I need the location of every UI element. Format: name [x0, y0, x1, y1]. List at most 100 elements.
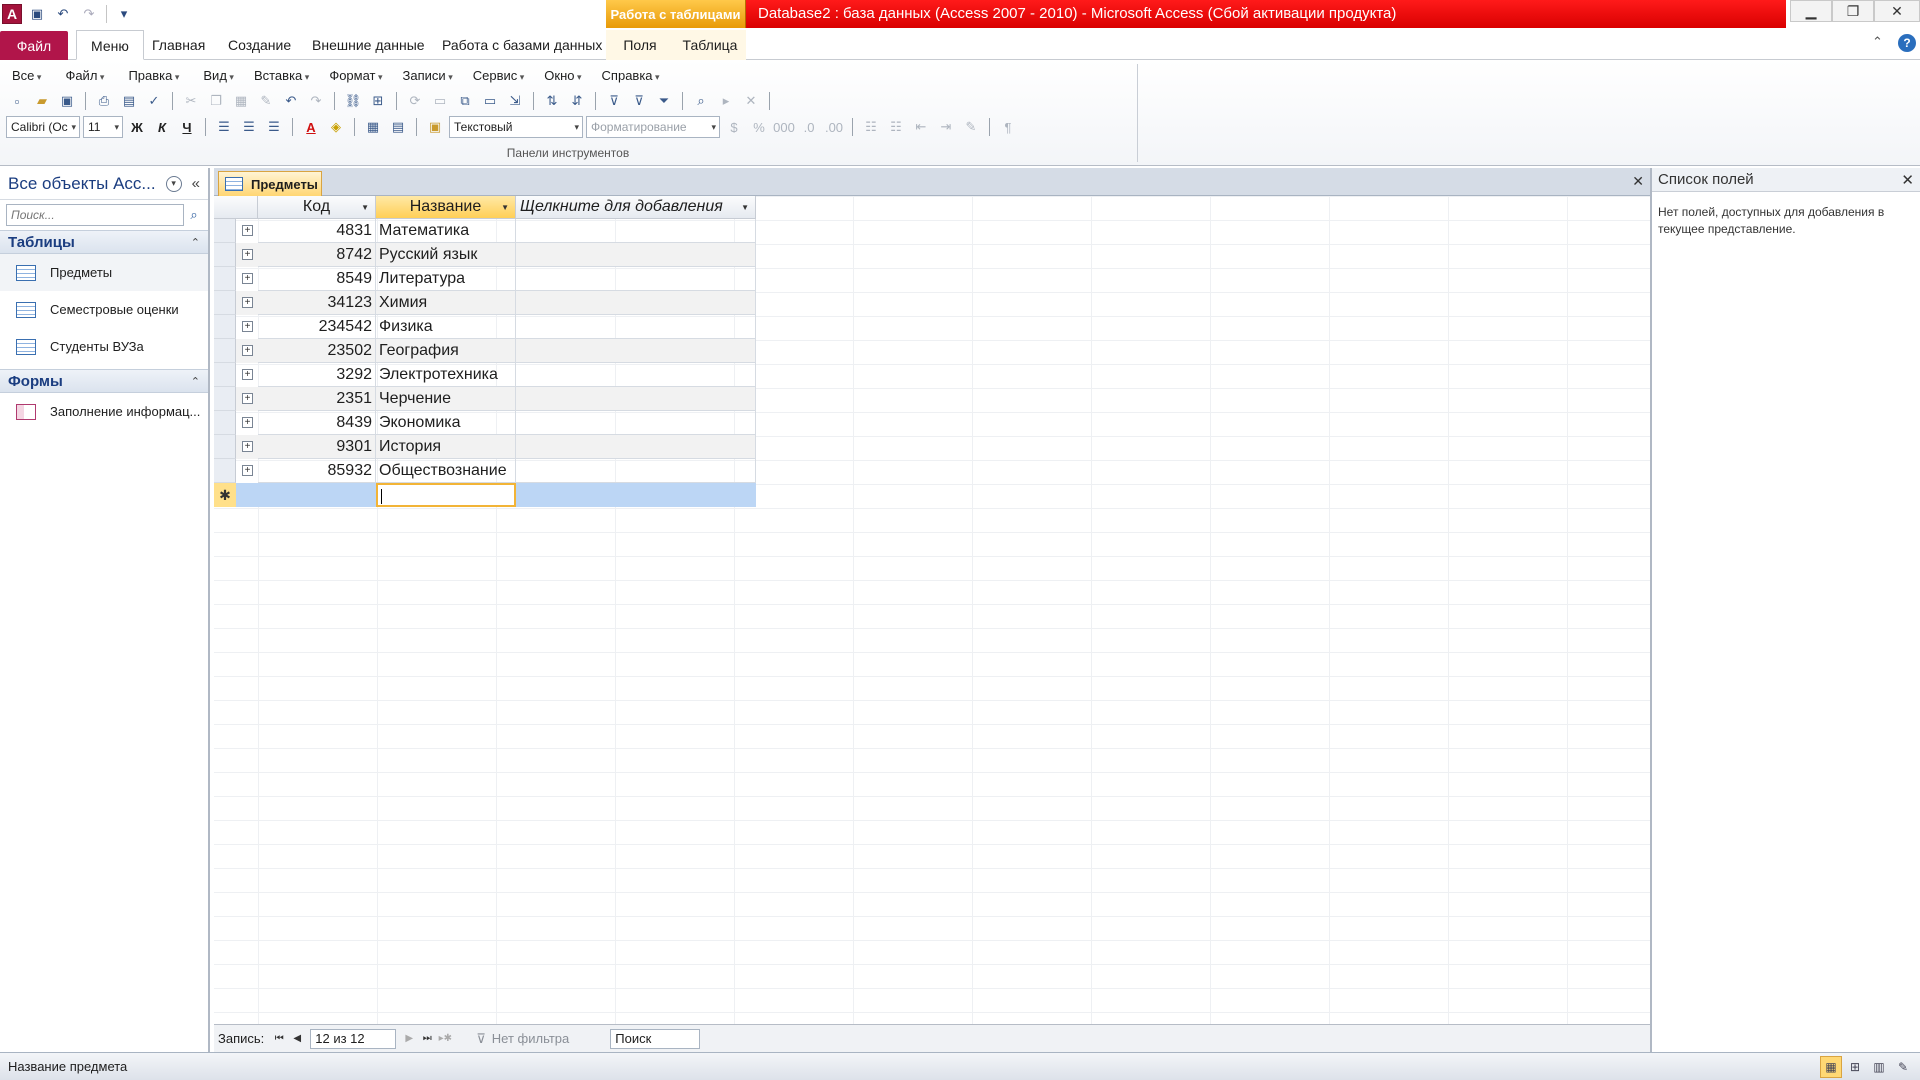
tab-fields[interactable]: Поля [606, 30, 674, 60]
fill-color-icon[interactable]: ◈ [325, 116, 347, 138]
highlight-icon[interactable]: ✎ [960, 116, 982, 138]
cell-code[interactable]: 3292 [258, 363, 376, 387]
record-search-input[interactable]: Поиск [610, 1028, 701, 1049]
shutter-bar-collapse-icon[interactable]: « [192, 175, 200, 192]
cell-name[interactable]: Химия [376, 291, 516, 315]
cell-empty[interactable] [516, 363, 756, 387]
font-name-combo[interactable]: Calibri (Ос [6, 116, 80, 138]
cell-name[interactable]: Литература [376, 267, 516, 291]
delete-record-icon[interactable]: ✕ [740, 90, 762, 112]
data-type-combo[interactable]: Текстовый [449, 116, 583, 138]
tab-table[interactable]: Таблица [674, 30, 746, 60]
refresh-icon[interactable]: ⟳ [404, 90, 426, 112]
expand-subdatasheet-icon[interactable]: + [242, 321, 253, 332]
nav-item-table[interactable]: Предметы [0, 254, 208, 291]
expand-subdatasheet-icon[interactable]: + [242, 225, 253, 236]
last-record-icon[interactable]: ⏭ [418, 1033, 436, 1044]
expand-subdatasheet-icon[interactable]: + [242, 465, 253, 476]
first-record-icon[interactable]: ⏮ [270, 1033, 288, 1044]
table-row[interactable]: +23502 География [214, 339, 756, 363]
menu-records[interactable]: Записи [395, 68, 461, 83]
open-icon[interactable]: ▰ [31, 90, 53, 112]
cell-name[interactable]: Математика [376, 219, 516, 243]
web-toolbar-icon[interactable]: ⊞ [367, 90, 389, 112]
nav-header[interactable]: Все объекты Acc... ▾ « [0, 168, 208, 200]
access-app-icon[interactable]: A [2, 4, 22, 24]
menu-all[interactable]: Все [4, 68, 49, 83]
close-button[interactable]: ✕ [1874, 0, 1920, 22]
column-header-name[interactable]: Название ▼ [376, 196, 516, 219]
cell-empty[interactable] [516, 411, 756, 435]
expand-subdatasheet-icon[interactable]: + [242, 345, 253, 356]
cell-code[interactable]: 34123 [258, 291, 376, 315]
active-edit-cell[interactable] [376, 483, 516, 507]
new-record-icon[interactable]: ▸ [715, 90, 737, 112]
nav-title[interactable]: Все объекты Acc... [8, 174, 166, 194]
next-record-icon[interactable]: ▶ [400, 1033, 418, 1044]
cell-empty[interactable] [516, 243, 756, 267]
filter-by-selection-icon[interactable]: ⊽ [603, 90, 625, 112]
cell-code[interactable]: 234542 [258, 315, 376, 339]
menu-view[interactable]: Вид [195, 68, 242, 83]
expand-subdatasheet-icon[interactable]: + [242, 249, 253, 260]
window-icon[interactable]: ▭ [479, 90, 501, 112]
filter-status[interactable]: ⊽ Нет фильтра [476, 1031, 604, 1047]
print-preview-icon[interactable]: ▤ [118, 90, 140, 112]
pivotchart-view-icon[interactable]: ▥ [1868, 1056, 1890, 1078]
undo-icon[interactable]: ↶ [52, 3, 74, 25]
new-object-icon[interactable]: ⇲ [504, 90, 526, 112]
cell-name[interactable]: Русский язык [376, 243, 516, 267]
undo-icon[interactable]: ↶ [280, 90, 302, 112]
expand-subdatasheet-icon[interactable]: + [242, 369, 253, 380]
gridlines-icon[interactable]: ▦ [362, 116, 384, 138]
restore-button[interactable]: ❐ [1832, 0, 1874, 22]
menu-edit[interactable]: Правка [120, 68, 187, 83]
currency-icon[interactable]: $ [723, 116, 745, 138]
minimize-button[interactable]: ▁ [1790, 0, 1832, 22]
bullets-icon[interactable]: ☷ [860, 116, 882, 138]
table-row[interactable]: +8549 Литература [214, 267, 756, 291]
nav-item-table[interactable]: Студенты ВУЗа [0, 328, 208, 365]
new-icon[interactable]: ▫ [6, 90, 28, 112]
cell-code[interactable]: 9301 [258, 435, 376, 459]
table-row[interactable]: +4831 Математика [214, 219, 756, 243]
nav-group-forms[interactable]: Формы ⌃ [0, 369, 208, 393]
cell-code[interactable]: 8549 [258, 267, 376, 291]
cell-code[interactable]: 85932 [258, 459, 376, 483]
cell-empty[interactable] [516, 435, 756, 459]
format-combo[interactable]: Форматирование [586, 116, 720, 138]
underline-button[interactable]: Ч [176, 116, 198, 138]
row-selector[interactable] [214, 243, 236, 267]
cell-empty[interactable] [516, 291, 756, 315]
cell-empty[interactable] [516, 459, 756, 483]
cell-name[interactable]: Электротехника [376, 363, 516, 387]
cell-name[interactable]: География [376, 339, 516, 363]
help-icon[interactable]: ? [1898, 34, 1916, 52]
increase-decimals-icon[interactable]: .0 [798, 116, 820, 138]
copy-icon[interactable]: ❐ [205, 90, 227, 112]
table-row[interactable]: +85932 Обществознание [214, 459, 756, 483]
table-row[interactable]: +34123 Химия [214, 291, 756, 315]
numbering-icon[interactable]: ☷ [885, 116, 907, 138]
nav-item-form[interactable]: Заполнение информац... [0, 393, 208, 430]
search-icon[interactable]: ⌕ [184, 204, 204, 226]
cell-code[interactable]: 23502 [258, 339, 376, 363]
nav-item-table[interactable]: Семестровые оценки [0, 291, 208, 328]
save-icon[interactable]: ▣ [26, 3, 48, 25]
cell-name[interactable]: Черчение [376, 387, 516, 411]
percent-icon[interactable]: % [748, 116, 770, 138]
format-painter-icon[interactable]: ✎ [255, 90, 277, 112]
cell-empty[interactable] [516, 387, 756, 411]
cell-code[interactable]: 8742 [258, 243, 376, 267]
pivottable-view-icon[interactable]: ⊞ [1844, 1056, 1866, 1078]
tab-home[interactable]: Главная [138, 30, 219, 60]
cell-code[interactable]: 8439 [258, 411, 376, 435]
row-selector[interactable] [214, 267, 236, 291]
spelling-icon[interactable]: ✓ [143, 90, 165, 112]
paste-icon[interactable]: ▦ [230, 90, 252, 112]
paragraph-icon[interactable]: ¶ [997, 116, 1019, 138]
nav-search-input[interactable] [6, 204, 184, 226]
menu-tools[interactable]: Сервис [465, 68, 533, 83]
redo-icon[interactable]: ↷ [305, 90, 327, 112]
sort-descending-icon[interactable]: ⇵ [566, 90, 588, 112]
